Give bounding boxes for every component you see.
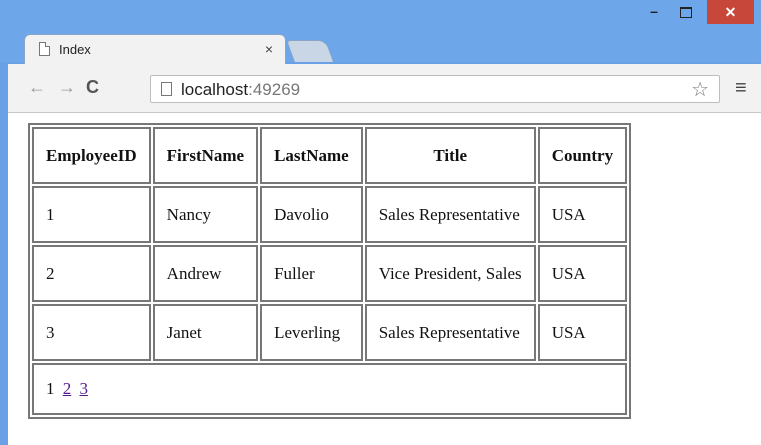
tab-close-button[interactable]: × bbox=[265, 41, 273, 57]
cell-lastname: Fuller bbox=[260, 245, 363, 302]
pager: 1 2 3 bbox=[32, 363, 628, 415]
reload-icon[interactable]: C bbox=[86, 77, 99, 98]
star-icon[interactable]: ☆ bbox=[691, 77, 709, 102]
browser-toolbar: ← → C localhost:49269 ☆ ≡ bbox=[8, 64, 761, 113]
table-row: 3 Janet Leverling Sales Representative U… bbox=[32, 304, 628, 361]
tab-title: Index bbox=[59, 42, 91, 57]
table-header-row: EmployeeID FirstName LastName Title Coun… bbox=[32, 127, 628, 184]
pager-link-2[interactable]: 2 bbox=[63, 379, 72, 398]
employee-table: EmployeeID FirstName LastName Title Coun… bbox=[28, 123, 632, 419]
title-bar: Index × – ✕ bbox=[0, 0, 761, 64]
cell-country: USA bbox=[537, 186, 628, 243]
maximize-button[interactable] bbox=[672, 0, 700, 22]
pager-link-3[interactable]: 3 bbox=[80, 379, 89, 398]
cell-lastname: Leverling bbox=[260, 304, 363, 361]
cell-firstname: Nancy bbox=[152, 186, 259, 243]
tab-index[interactable]: Index × bbox=[24, 34, 286, 64]
minimize-button[interactable]: – bbox=[640, 0, 668, 22]
address-bar[interactable]: localhost:49269 ☆ bbox=[150, 75, 720, 103]
forward-arrow-icon[interactable]: → bbox=[58, 77, 76, 98]
cell-country: USA bbox=[537, 245, 628, 302]
cell-title: Sales Representative bbox=[364, 186, 536, 243]
header-firstname: FirstName bbox=[152, 127, 259, 184]
table-row: 1 Nancy Davolio Sales Representative USA bbox=[32, 186, 628, 243]
header-title: Title bbox=[364, 127, 536, 184]
page-icon bbox=[39, 42, 50, 56]
cell-country: USA bbox=[537, 304, 628, 361]
cell-employeeid: 3 bbox=[32, 304, 151, 361]
new-tab-button[interactable] bbox=[285, 40, 335, 62]
menu-icon[interactable]: ≡ bbox=[735, 77, 747, 100]
address-url[interactable]: localhost:49269 bbox=[181, 80, 300, 100]
header-employeeid: EmployeeID bbox=[32, 127, 151, 184]
address-host: localhost bbox=[181, 80, 249, 99]
browser-window: Index × – ✕ ← → C localhost:49269 ☆ ≡ Em… bbox=[0, 0, 761, 445]
cell-lastname: Davolio bbox=[260, 186, 363, 243]
page-icon bbox=[161, 82, 172, 96]
pager-current-page: 1 bbox=[46, 379, 55, 398]
cell-firstname: Janet bbox=[152, 304, 259, 361]
header-lastname: LastName bbox=[260, 127, 363, 184]
cell-title: Sales Representative bbox=[364, 304, 536, 361]
cell-firstname: Andrew bbox=[152, 245, 259, 302]
close-window-button[interactable]: ✕ bbox=[707, 0, 754, 24]
address-port: :49269 bbox=[248, 80, 301, 99]
maximize-icon bbox=[680, 6, 692, 18]
page-content: EmployeeID FirstName LastName Title Coun… bbox=[8, 113, 761, 445]
pager-row: 1 2 3 bbox=[32, 363, 628, 415]
back-arrow-icon[interactable]: ← bbox=[28, 77, 46, 98]
table-row: 2 Andrew Fuller Vice President, Sales US… bbox=[32, 245, 628, 302]
cell-employeeid: 2 bbox=[32, 245, 151, 302]
header-country: Country bbox=[537, 127, 628, 184]
cell-employeeid: 1 bbox=[32, 186, 151, 243]
cell-title: Vice President, Sales bbox=[364, 245, 536, 302]
